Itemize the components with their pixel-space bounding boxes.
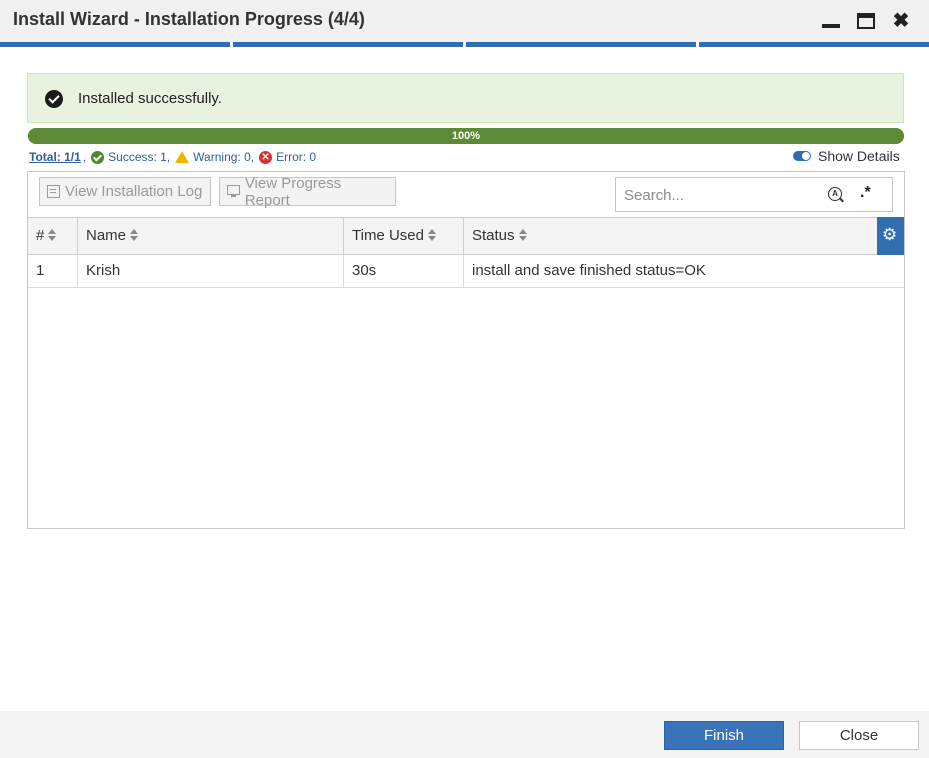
column-label: Status: [472, 227, 515, 244]
cell-number: 1: [28, 255, 78, 287]
wizard-step-4: [699, 42, 929, 47]
results-panel: View Installation Log View Progress Repo…: [27, 171, 905, 529]
stats-separator: ,: [82, 150, 87, 164]
sort-icon: [427, 229, 437, 241]
close-button[interactable]: Close: [799, 721, 919, 750]
table-row[interactable]: 1 Krish 30s install and save finished st…: [28, 255, 904, 288]
wizard-step-2: [233, 42, 463, 47]
column-settings-button[interactable]: ⚙: [877, 217, 904, 255]
success-banner: Installed successfully.: [27, 73, 904, 123]
window-title: Install Wizard - Installation Progress (…: [13, 9, 365, 29]
finish-button[interactable]: Finish: [664, 721, 784, 750]
monitor-icon: [227, 185, 240, 197]
warning-icon: [175, 151, 190, 163]
total-link[interactable]: Total: 1/1: [29, 150, 81, 164]
cell-time-used: 30s: [344, 255, 464, 287]
column-label: Time Used: [352, 227, 424, 244]
view-log-label: View Installation Log: [65, 183, 203, 200]
check-circle-icon: [45, 90, 63, 108]
column-label: #: [36, 227, 45, 244]
show-details-label: Show Details: [818, 148, 900, 164]
view-report-label: View Progress Report: [244, 174, 342, 209]
minimize-icon[interactable]: [820, 10, 842, 32]
success-count: Success: 1,: [108, 150, 171, 164]
title-bar: Install Wizard - Installation Progress (…: [0, 0, 929, 42]
sort-icon: [130, 229, 139, 241]
success-message: Installed successfully.: [78, 90, 222, 107]
column-label: Name: [86, 227, 127, 244]
column-header-time-used[interactable]: Time Used: [344, 218, 464, 254]
table-header: # Name Time Used Status ⚙: [28, 217, 904, 255]
column-header-name[interactable]: Name: [78, 218, 344, 254]
progress-percent: 100%: [451, 130, 481, 142]
error-count: Error: 0: [276, 150, 317, 164]
document-icon: [47, 185, 60, 198]
cell-status: install and save finished status=OK: [472, 262, 706, 279]
cell-name: Krish: [78, 255, 344, 287]
regex-toggle-icon[interactable]: .*: [860, 184, 871, 202]
progress-bar: 100%: [28, 128, 904, 144]
wizard-step-indicator: [0, 42, 929, 47]
gear-icon: ⚙: [882, 225, 898, 244]
column-header-number[interactable]: #: [28, 218, 78, 254]
maximize-icon[interactable]: [855, 10, 877, 32]
sort-icon: [48, 229, 57, 241]
close-icon[interactable]: ✖: [890, 10, 912, 32]
search-case-icon[interactable]: A: [828, 187, 842, 201]
error-icon: ✕: [259, 150, 273, 164]
search-input[interactable]: [624, 185, 814, 205]
column-header-status[interactable]: Status: [464, 218, 878, 254]
install-stats: Total: 1/1, Success: 1, Warning: 0, ✕ Er…: [29, 150, 316, 164]
success-icon: [91, 150, 105, 164]
wizard-step-3: [466, 42, 696, 47]
show-details-toggle[interactable]: Show Details: [793, 148, 900, 164]
warning-count: Warning: 0,: [193, 150, 255, 164]
view-installation-log-button[interactable]: View Installation Log: [39, 177, 211, 206]
sort-icon: [518, 229, 528, 241]
toggle-switch[interactable]: [793, 151, 811, 161]
search-box: A .*: [615, 177, 893, 212]
wizard-step-1: [0, 42, 230, 47]
dialog-footer: Finish Close: [0, 711, 929, 758]
view-progress-report-button[interactable]: View Progress Report: [219, 174, 396, 209]
